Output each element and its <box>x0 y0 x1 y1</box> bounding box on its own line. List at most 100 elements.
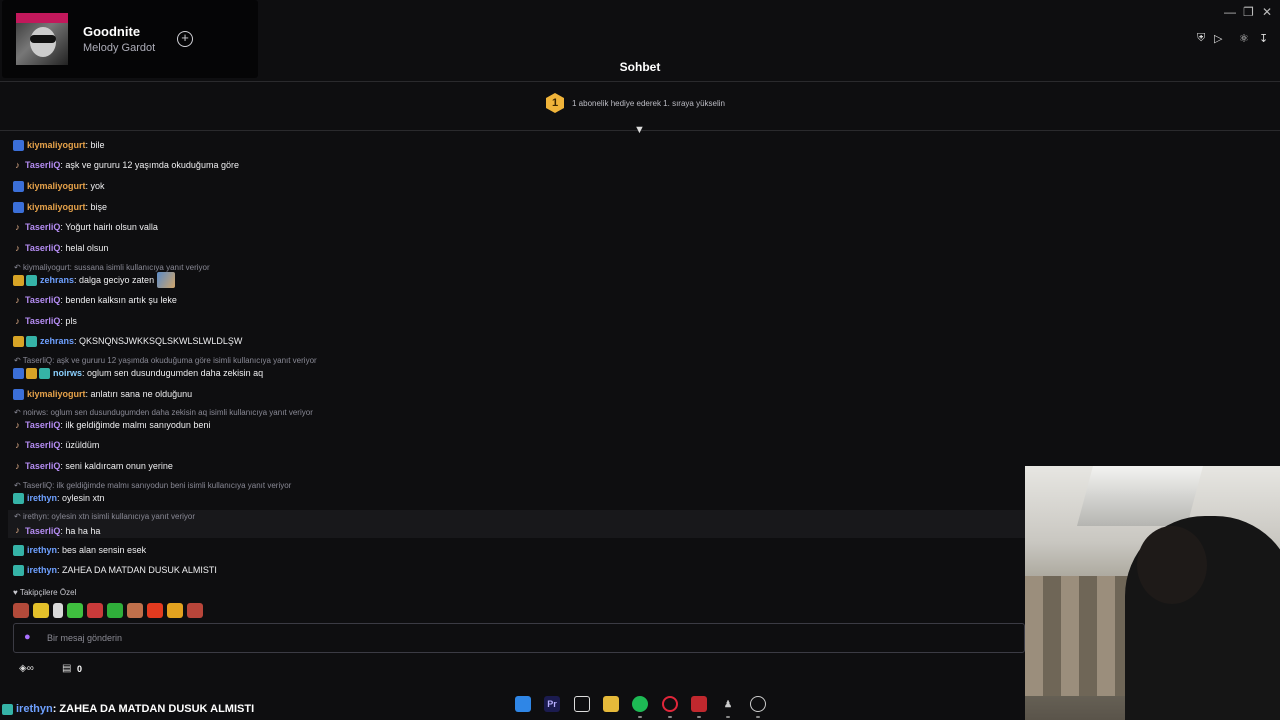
chat-username[interactable]: kiymaliyogurt <box>27 181 86 191</box>
chat-username[interactable]: irethyn <box>27 565 57 575</box>
chat-username[interactable]: irethyn <box>27 545 57 555</box>
sub-gift-promo[interactable]: 1 1 abonelik hediye ederek 1. sıraya yük… <box>546 93 725 113</box>
chat-text: : benden kalksın artık şu leke <box>60 295 177 305</box>
extensions-icon[interactable]: ⚛ <box>1239 32 1249 45</box>
capcut-icon[interactable] <box>574 696 590 712</box>
chat-title: Sohbet <box>619 60 661 74</box>
badge-icon <box>13 544 24 556</box>
guitar-badge-icon: ♪ <box>15 439 20 450</box>
guitar-badge-icon: ♪ <box>15 315 20 326</box>
guitar-badge-icon: ♪ <box>15 221 20 232</box>
chat-username[interactable]: TaserliQ <box>25 461 60 471</box>
badge-icon <box>13 492 24 504</box>
emote-icon[interactable] <box>147 603 163 618</box>
chat-username[interactable]: TaserliQ <box>25 295 60 305</box>
chat-username[interactable]: kiymaliyogurt <box>27 202 86 212</box>
restore-icon[interactable]: ❐ <box>1243 5 1254 19</box>
add-to-library-icon[interactable]: + <box>177 31 193 47</box>
emote-image <box>157 272 176 288</box>
chat-username[interactable]: TaserliQ <box>25 526 60 536</box>
chat-message: ♪ TaserliQ : benden kalksın artık şu lek… <box>13 292 177 308</box>
chat-username[interactable]: TaserliQ <box>25 316 60 326</box>
badge-icon <box>13 367 24 379</box>
chat-text: : anlatırı sana ne olduğunu <box>85 389 193 399</box>
chat-username[interactable]: TaserliQ <box>25 160 60 170</box>
chat-message: kiymaliyogurt : bile <box>13 137 105 153</box>
chat-text: : Yoğurt hairlı olsun valla <box>60 222 158 232</box>
shield-icon[interactable]: ⛨ <box>1197 32 1205 45</box>
chat-message: ♪ TaserliQ : üzüldüm <box>13 437 99 453</box>
windows-start-icon[interactable] <box>515 696 531 712</box>
chat-message: noirws : oglum sen dusundugumden daha ze… <box>13 365 263 381</box>
badge-icon <box>13 388 24 400</box>
guitar-badge-icon: ♪ <box>15 294 20 305</box>
album-cover <box>16 13 68 65</box>
chat-message: irethyn : ZAHEA DA MATDAN DUSUK ALMISTI <box>13 562 217 578</box>
reply-context[interactable]: ↶ TaserliQ: aşk ve gururu 12 yaşımda oku… <box>14 356 317 365</box>
chat-username[interactable]: noirws <box>53 368 82 378</box>
game-app-icon[interactable]: ♟ <box>720 696 736 712</box>
stream-overlay-message: irethyn : ZAHEA DA MATDAN DUSUK ALMISTI <box>2 703 254 715</box>
file-explorer-icon[interactable] <box>603 696 619 712</box>
chat-text: : bile <box>85 140 105 150</box>
chat-username[interactable]: irethyn <box>27 493 57 503</box>
chat-message: irethyn : oylesin xtn <box>13 490 105 506</box>
channel-points-icon[interactable]: ▤ <box>62 663 71 674</box>
chat-text: : ZAHEA DA MATDAN DUSUK ALMISTI <box>57 565 217 575</box>
emote-icon[interactable] <box>127 603 143 618</box>
chat-username[interactable]: TaserliQ <box>25 222 60 232</box>
chat-username[interactable]: TaserliQ <box>25 420 60 430</box>
collapse-icon[interactable]: ▼ <box>634 124 645 136</box>
premiere-pro-icon[interactable]: Pr <box>544 696 560 712</box>
webcam-overlay <box>1025 466 1280 720</box>
chat-username[interactable]: kiymaliyogurt <box>27 389 86 399</box>
chat-input-placeholder: Bir mesaj gönderin <box>47 633 123 643</box>
chat-username[interactable]: kiymaliyogurt <box>27 140 86 150</box>
channel-points-value: 0 <box>77 664 83 674</box>
reply-context[interactable]: ↶ TaserliQ: ilk geldiğimde malmı sanıyod… <box>14 481 291 490</box>
badge-icon <box>2 703 13 715</box>
guitar-badge-icon: ♪ <box>15 242 20 253</box>
track-title: Goodnite <box>83 24 141 39</box>
download-icon[interactable]: ↧ <box>1259 32 1268 45</box>
microphone-icon[interactable]: ● <box>24 631 31 643</box>
chat-text: : ha ha ha <box>60 526 101 536</box>
video-app-icon[interactable] <box>691 696 707 712</box>
chat-username[interactable]: TaserliQ <box>25 440 60 450</box>
reply-context[interactable]: ↶ irethyn: oylesin xtn isimli kullanıcıy… <box>14 512 195 521</box>
active-indicator <box>756 716 760 718</box>
emote-icon[interactable] <box>87 603 103 618</box>
send-icon[interactable]: ▷ <box>1214 32 1222 45</box>
reply-context[interactable]: ↶ kiymaliyogurt: sussana isimli kullanıc… <box>14 263 210 272</box>
bits-icon[interactable]: ◈∞ <box>19 663 34 674</box>
emote-icon[interactable] <box>167 603 183 618</box>
badge-icon <box>13 564 24 576</box>
chat-username[interactable]: zehrans <box>40 336 74 346</box>
chat-message: ♪ TaserliQ : Yoğurt hairlı olsun valla <box>13 219 158 235</box>
emote-icon[interactable] <box>67 603 83 618</box>
track-artist: Melody Gardot <box>83 42 156 54</box>
emote-icon[interactable] <box>107 603 123 618</box>
close-icon[interactable]: ✕ <box>1262 5 1272 19</box>
badge-icon <box>26 335 37 347</box>
emote-icon[interactable] <box>13 603 29 618</box>
chat-text: : pls <box>60 316 77 326</box>
emote-icon[interactable] <box>33 603 49 618</box>
chat-username[interactable]: TaserliQ <box>25 243 60 253</box>
chat-message: zehrans : QKSNQNSJWKKSQLSKWLSLWLDLŞW <box>13 333 242 349</box>
chat-message: ♪ TaserliQ : pls <box>13 313 77 329</box>
obs-icon[interactable] <box>750 696 766 712</box>
chat-input[interactable] <box>13 623 1025 653</box>
emote-bar <box>13 603 203 618</box>
emote-icon[interactable] <box>187 603 203 618</box>
spotify-icon[interactable] <box>632 696 648 712</box>
emote-icon[interactable] <box>53 603 63 618</box>
chat-message: ♪ TaserliQ : seni kaldırcam onun yerine <box>13 458 173 474</box>
chat-message: kiymaliyogurt : anlatırı sana ne olduğun… <box>13 386 192 402</box>
reply-context[interactable]: ↶ noirws: oglum sen dusundugumden daha z… <box>14 408 313 417</box>
active-indicator <box>668 716 672 718</box>
chat-username[interactable]: zehrans <box>40 275 74 285</box>
guitar-badge-icon: ♪ <box>15 525 20 535</box>
minimize-icon[interactable]: — <box>1224 5 1236 19</box>
opera-gx-icon[interactable] <box>662 696 678 712</box>
